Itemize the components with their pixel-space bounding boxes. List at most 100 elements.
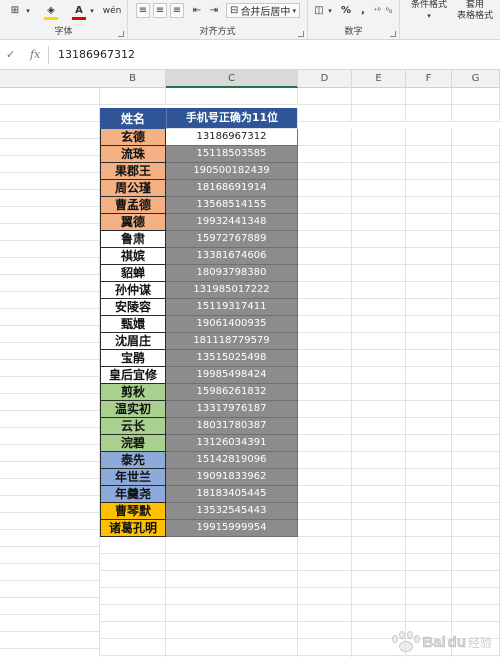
conditional-format-button[interactable]: 条件格式 ▾ xyxy=(408,0,450,22)
grid-cell[interactable] xyxy=(0,530,100,547)
table-row: 云长 18031780387 xyxy=(0,411,500,435)
table-row: 年羹尧 18183405445 xyxy=(0,479,500,503)
grid-cell[interactable] xyxy=(352,105,406,122)
font-color-icon[interactable]: A xyxy=(72,3,86,18)
table-row xyxy=(0,547,500,571)
align-center-icon[interactable]: ≡ xyxy=(153,3,167,18)
grid-cell[interactable] xyxy=(0,513,100,530)
grid-cell[interactable] xyxy=(0,632,100,649)
currency-icon[interactable]: ◫ xyxy=(312,3,326,18)
font-color-bar xyxy=(72,17,86,20)
decrease-indent-icon[interactable]: ⇤ xyxy=(190,3,204,18)
grid-cell[interactable] xyxy=(0,207,100,224)
fill-color-icon[interactable]: ◈ xyxy=(44,3,58,18)
increase-indent-icon[interactable]: ⇥ xyxy=(207,3,221,18)
grid-cell[interactable] xyxy=(0,343,100,360)
grid-cell[interactable] xyxy=(452,105,500,122)
formula-bar: ✓ fx 13186967312 xyxy=(0,40,500,70)
table-row: 泰先 15142819096 xyxy=(0,445,500,469)
grid-cell[interactable] xyxy=(0,275,100,292)
grid-cell[interactable] xyxy=(0,190,100,207)
grid-cell[interactable] xyxy=(0,173,100,190)
ribbon-group-number: ◫ ▾ % , ⁺⁰ ⁰₀ 数字 xyxy=(308,0,400,40)
grid-cell[interactable] xyxy=(0,105,100,122)
table-row xyxy=(0,615,500,639)
grid-cell[interactable] xyxy=(0,428,100,445)
comma-style-button[interactable]: , xyxy=(358,3,368,18)
grid-cell[interactable] xyxy=(0,598,100,615)
column-header-e[interactable]: E xyxy=(352,70,406,88)
grid-cell[interactable] xyxy=(0,649,100,657)
grid-cell[interactable] xyxy=(0,292,100,309)
baidu-jingyan-watermark: Bai du 经验 xyxy=(390,631,492,653)
dropdown-arrow-icon: ▾ xyxy=(427,12,431,20)
grid-cell[interactable] xyxy=(0,445,100,462)
grid-cell[interactable] xyxy=(298,105,352,122)
align-right-icon[interactable]: ≡ xyxy=(170,3,184,18)
check-icon[interactable]: ✓ xyxy=(6,48,15,61)
grid-cell[interactable] xyxy=(0,224,100,241)
increase-decimal-icon[interactable]: ⁺⁰ xyxy=(372,3,382,18)
column-header-f[interactable]: F xyxy=(406,70,452,88)
column-header-c[interactable]: C xyxy=(166,70,298,88)
table-row: 皇后宜修 19985498424 xyxy=(0,360,500,384)
spreadsheet-grid[interactable]: B C D E F G 姓名 手机号正确为11位 玄德 13186967312 流珠 15… xyxy=(0,70,500,657)
merge-center-button[interactable]: ⊟ 合并后居中 ▾ xyxy=(226,3,300,18)
grid-cell[interactable] xyxy=(0,139,100,156)
grid-cell[interactable] xyxy=(0,547,100,564)
grid-cell[interactable] xyxy=(452,88,500,105)
phonetic-guide-icon[interactable]: wén xyxy=(103,3,122,18)
grid-cell[interactable] xyxy=(100,88,166,105)
grid-cell[interactable] xyxy=(0,615,100,632)
formula-input[interactable]: 13186967312 xyxy=(58,48,135,61)
borders-icon[interactable]: ⊞ xyxy=(8,3,22,18)
watermark-brand: Bai xyxy=(422,633,446,651)
grid-cell[interactable] xyxy=(0,479,100,496)
column-header-g[interactable]: G xyxy=(452,70,500,88)
grid-cell[interactable] xyxy=(0,156,100,173)
table-row: 安陵容 15119317411 xyxy=(0,292,500,316)
dropdown-arrow-icon[interactable]: ▾ xyxy=(326,3,334,18)
number-dialog-launcher-icon[interactable] xyxy=(390,31,396,37)
percent-button[interactable]: % xyxy=(340,3,352,18)
function-icon[interactable]: fx xyxy=(30,48,40,61)
table-row: 玄德 13186967312 xyxy=(0,122,500,146)
table-row: 温实初 13317976187 xyxy=(0,394,500,418)
table-row: 年世兰 19091833962 xyxy=(0,462,500,486)
grid-cell[interactable] xyxy=(0,377,100,394)
grid-cell[interactable] xyxy=(0,241,100,258)
grid-cell[interactable] xyxy=(0,258,100,275)
grid-cell[interactable] xyxy=(0,326,100,343)
watermark-suffix: 经验 xyxy=(467,635,492,650)
grid-cell[interactable] xyxy=(166,88,298,105)
grid-cell[interactable] xyxy=(0,309,100,326)
decrease-decimal-icon[interactable]: ⁰₀ xyxy=(384,3,394,18)
table-format-label-1: 套用 xyxy=(465,0,484,10)
grid-cell[interactable] xyxy=(0,394,100,411)
grid-cell[interactable] xyxy=(0,462,100,479)
grid-cell[interactable] xyxy=(406,105,452,122)
table-format-button[interactable]: 套用 表格格式 xyxy=(452,0,498,22)
grid-cell[interactable] xyxy=(0,496,100,513)
ribbon-group-label: 数字 xyxy=(344,27,363,37)
column-header-d[interactable]: D xyxy=(298,70,352,88)
fill-color-bar xyxy=(44,17,58,20)
align-left-icon[interactable]: ≡ xyxy=(136,3,150,18)
grid-cell[interactable] xyxy=(0,122,100,139)
column-header-b[interactable]: B xyxy=(100,70,166,88)
dropdown-arrow-icon[interactable]: ▾ xyxy=(24,3,32,18)
grid-cell[interactable] xyxy=(0,564,100,581)
grid-cell[interactable] xyxy=(0,581,100,598)
table-row: 翼德 19932441348 xyxy=(0,207,500,231)
grid-cell[interactable] xyxy=(0,360,100,377)
grid-cell[interactable] xyxy=(0,88,100,105)
grid-cell[interactable] xyxy=(298,88,352,105)
grid-cell[interactable] xyxy=(0,411,100,428)
conditional-format-label: 条件格式 xyxy=(410,0,447,10)
alignment-dialog-launcher-icon[interactable] xyxy=(298,31,304,37)
font-dialog-launcher-icon[interactable] xyxy=(118,31,124,37)
dropdown-arrow-icon[interactable]: ▾ xyxy=(88,3,96,18)
grid-cell[interactable] xyxy=(352,88,406,105)
grid-cell[interactable] xyxy=(406,88,452,105)
paw-logo-icon xyxy=(390,631,422,653)
